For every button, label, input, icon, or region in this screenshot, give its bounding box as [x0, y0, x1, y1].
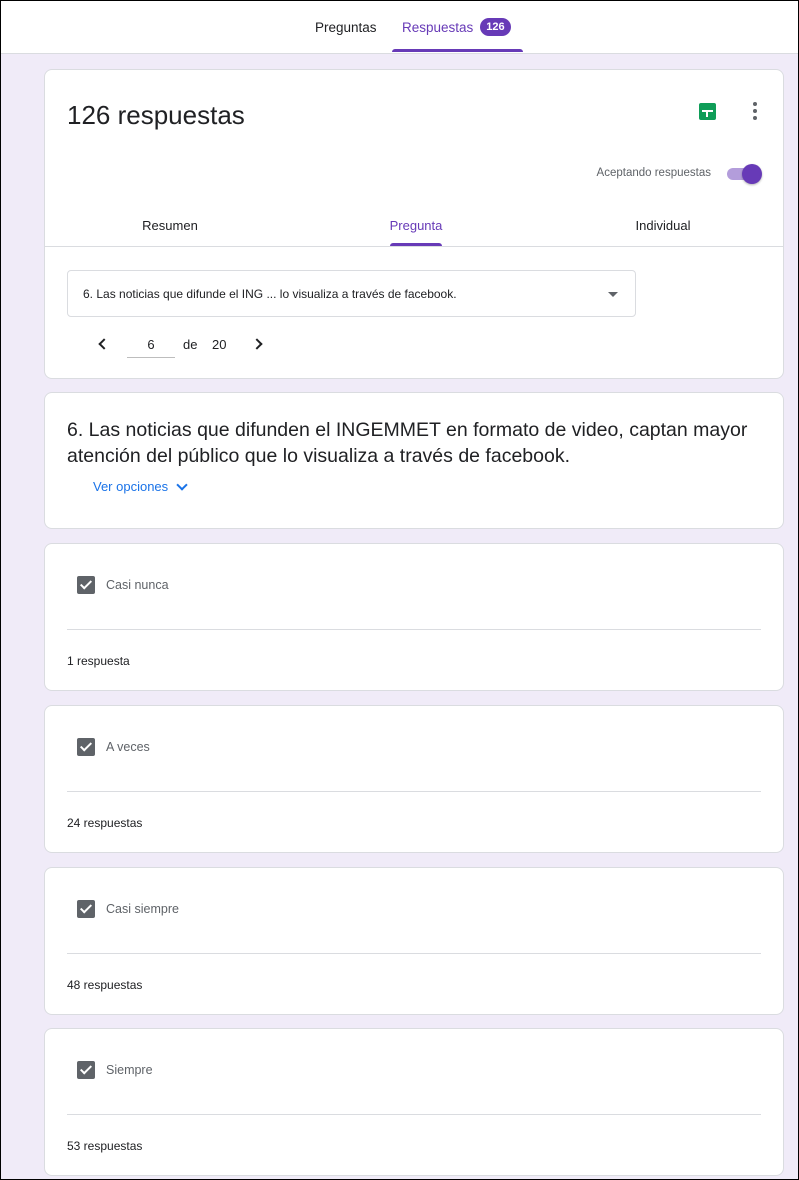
divider: [67, 791, 761, 792]
accepting-responses-label: Aceptando respuestas: [596, 167, 711, 179]
question-select-dropdown[interactable]: 6. Las noticias que difunde el ING ... l…: [67, 270, 636, 317]
option-response-count: 1 respuesta: [67, 654, 130, 668]
option-card: A veces 24 respuestas: [44, 705, 784, 853]
tab-preguntas[interactable]: Preguntas: [315, 1, 377, 53]
chevron-down-icon: [176, 478, 188, 491]
chevron-right-icon[interactable]: [252, 334, 266, 354]
checkbox-checked-icon[interactable]: [77, 738, 95, 756]
option-card: Siempre 53 respuestas: [44, 1028, 784, 1176]
checkbox-checked-icon[interactable]: [77, 900, 95, 918]
responses-title: 126 respuestas: [67, 100, 245, 130]
top-tab-bar: Preguntas Respuestas 126: [1, 1, 798, 54]
question-card: 6. Las noticias que difunden el INGEMMET…: [44, 392, 784, 529]
more-vert-icon[interactable]: [745, 100, 765, 122]
see-options-label: Ver opciones: [93, 479, 169, 494]
tab-pregunta[interactable]: Pregunta: [371, 218, 461, 233]
option-label: Siempre: [106, 1063, 153, 1077]
option-label: Casi nunca: [106, 578, 169, 592]
google-sheets-icon[interactable]: [699, 103, 716, 120]
option-card: Casi siempre 48 respuestas: [44, 867, 784, 1015]
tab-respuestas[interactable]: Respuestas 126: [402, 1, 511, 53]
divider: [67, 1114, 761, 1115]
option-card: Casi nunca 1 respuesta: [44, 543, 784, 691]
checkbox-checked-icon[interactable]: [77, 1061, 95, 1079]
question-select-value: 6. Las noticias que difunde el ING ... l…: [83, 287, 457, 301]
response-view-tabs: Resumen Pregunta Individual: [45, 208, 783, 247]
accepting-responses-toggle[interactable]: [725, 164, 763, 184]
tab-preguntas-label: Preguntas: [315, 19, 377, 35]
option-response-count: 48 respuestas: [67, 978, 143, 992]
question-pager: 6 de 20: [45, 332, 345, 362]
responses-count-badge: 126: [480, 18, 511, 36]
tab-individual[interactable]: Individual: [613, 218, 713, 233]
option-label: Casi siempre: [106, 902, 179, 916]
tab-respuestas-label: Respuestas: [402, 19, 474, 35]
subtab-active-indicator: [390, 243, 442, 246]
option-response-count: 24 respuestas: [67, 816, 143, 830]
option-label: A veces: [106, 740, 150, 754]
responses-summary-card: 126 respuestas Aceptando respuestas Resu…: [44, 69, 784, 379]
question-title: 6. Las noticias que difunden el INGEMMET…: [67, 419, 748, 467]
checkbox-checked-icon[interactable]: [77, 576, 95, 594]
page-number-input[interactable]: 6: [127, 337, 175, 358]
divider: [67, 953, 761, 954]
option-response-count: 53 respuestas: [67, 1139, 143, 1153]
tab-resumen[interactable]: Resumen: [125, 218, 215, 233]
divider: [67, 629, 761, 630]
see-options-link[interactable]: Ver opciones: [93, 478, 188, 494]
caret-down-icon: [608, 292, 618, 297]
pager-of-label: de: [183, 337, 198, 352]
chevron-left-icon[interactable]: [95, 334, 109, 354]
active-tab-indicator: [392, 49, 523, 52]
pager-total: 20: [212, 337, 227, 352]
